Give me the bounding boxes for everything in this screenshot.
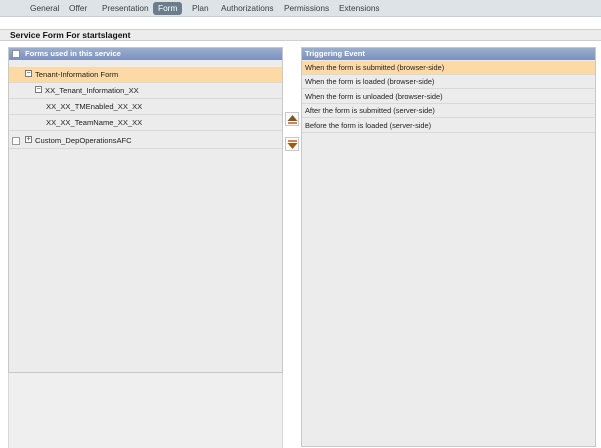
tree-row-tenant-information-form[interactable]: − Tenant-Information Form bbox=[9, 67, 282, 83]
move-up-button[interactable] bbox=[285, 112, 299, 126]
minus-expander-icon[interactable]: − bbox=[25, 70, 32, 77]
tab-presentation[interactable]: Presentation bbox=[97, 2, 154, 15]
tree-row-xx-tmenabled[interactable]: XX_XX_TMEnabled_XX_XX bbox=[9, 99, 282, 115]
tree-row-custom-depoperationsafc[interactable]: + Custom_DepOperationsAFC bbox=[9, 133, 282, 149]
plus-expander-icon[interactable]: + bbox=[25, 136, 32, 143]
event-row-label: After the form is submitted (server-side… bbox=[305, 106, 435, 115]
triggering-event-title: Triggering Event bbox=[305, 49, 365, 58]
event-row-loaded-browser[interactable]: When the form is loaded (browser-side) bbox=[302, 75, 595, 89]
tab-form[interactable]: Form bbox=[153, 2, 183, 15]
forms-panel-header: Forms used in this service bbox=[9, 48, 282, 60]
tree-row-label: Tenant-Information Form bbox=[35, 70, 119, 79]
triggering-event-header: Triggering Event bbox=[302, 48, 595, 60]
move-down-button[interactable] bbox=[285, 137, 299, 151]
forms-panel: Forms used in this service − Tenant-Info… bbox=[8, 47, 283, 373]
tree-row-label: XX_XX_TeamName_XX_XX bbox=[46, 118, 143, 127]
event-row-unloaded-browser[interactable]: When the form is unloaded (browser-side) bbox=[302, 90, 595, 104]
tree-row-xx-teamname[interactable]: XX_XX_TeamName_XX_XX bbox=[9, 115, 282, 131]
event-row-submitted-server[interactable]: After the form is submitted (server-side… bbox=[302, 104, 595, 118]
tab-authorizations[interactable]: Authorizations bbox=[216, 2, 279, 15]
tree-row-label: XX_XX_TMEnabled_XX_XX bbox=[46, 102, 143, 111]
move-up-icon bbox=[287, 114, 297, 124]
triggering-event-panel: Triggering Event When the form is submit… bbox=[301, 47, 596, 447]
page-title: Service Form For startslagent bbox=[10, 30, 131, 40]
tree-row-xx-tenant-information[interactable]: − XX_Tenant_Information_XX bbox=[9, 83, 282, 99]
tree-row-label: Custom_DepOperationsAFC bbox=[35, 136, 132, 145]
tree-row-label: XX_Tenant_Information_XX bbox=[45, 86, 139, 95]
select-all-checkbox[interactable] bbox=[12, 50, 20, 58]
row-checkbox[interactable] bbox=[12, 137, 20, 145]
minus-expander-icon[interactable]: − bbox=[35, 86, 42, 93]
event-row-label: When the form is unloaded (browser-side) bbox=[305, 92, 443, 101]
event-row-label: When the form is submitted (browser-side… bbox=[305, 63, 445, 72]
left-panel-filler bbox=[8, 373, 283, 448]
section-header: Service Form For startslagent bbox=[0, 29, 601, 41]
forms-panel-title: Forms used in this service bbox=[25, 49, 121, 58]
tab-general[interactable]: General bbox=[25, 2, 65, 15]
event-row-submitted-browser[interactable]: When the form is submitted (browser-side… bbox=[302, 61, 595, 75]
tab-plan[interactable]: Plan bbox=[187, 2, 214, 15]
event-row-label: When the form is loaded (browser-side) bbox=[305, 77, 435, 86]
tab-offer[interactable]: Offer bbox=[64, 2, 92, 15]
event-row-label: Before the form is loaded (server-side) bbox=[305, 121, 432, 130]
event-row-loaded-server[interactable]: Before the form is loaded (server-side) bbox=[302, 119, 595, 133]
tab-permissions[interactable]: Permissions bbox=[279, 2, 334, 15]
tab-extensions[interactable]: Extensions bbox=[334, 2, 385, 15]
move-down-icon bbox=[287, 139, 297, 149]
tab-bar: General Offer Presentation Form Plan Aut… bbox=[0, 0, 601, 17]
